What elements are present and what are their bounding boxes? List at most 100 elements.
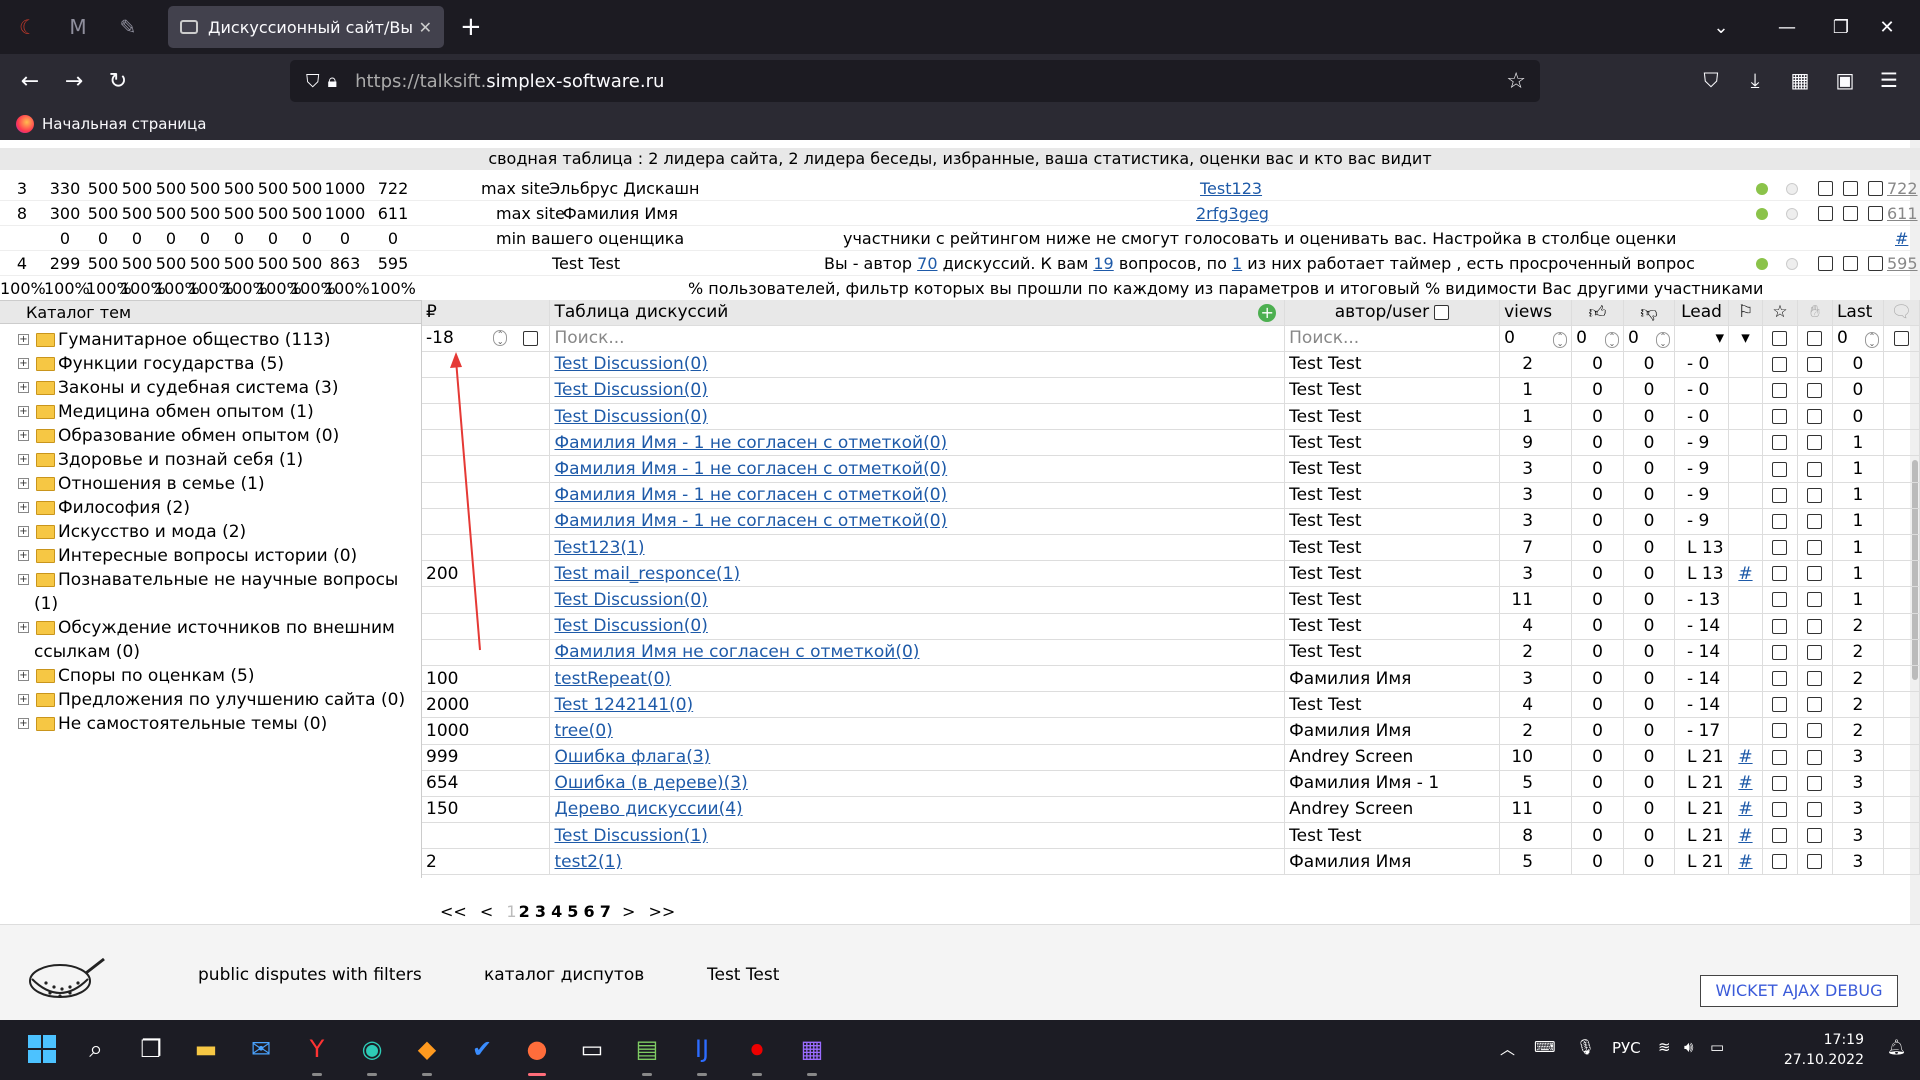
pager-prev[interactable]: < <box>480 902 493 921</box>
new-tab-icon[interactable]: + <box>460 12 482 42</box>
flag-header-icon[interactable]: ⚐ <box>1728 300 1763 326</box>
search-icon[interactable]: ⌕ <box>77 1030 115 1068</box>
volume-icon[interactable]: 🔊︎ <box>1684 1038 1693 1056</box>
author-header[interactable]: автор/user <box>1284 300 1501 326</box>
discussion-title-link[interactable]: test2(1) <box>554 852 622 872</box>
ignore-checkbox[interactable] <box>1807 487 1823 503</box>
flag-link[interactable]: # <box>1738 799 1752 819</box>
ignore-checkbox[interactable] <box>1807 828 1823 844</box>
summary-end-link[interactable]: 595 <box>1887 251 1918 276</box>
intellij-icon[interactable]: IJ <box>683 1030 721 1076</box>
star-header-icon[interactable]: ☆ <box>1762 300 1798 326</box>
summary-end-link[interactable]: 611 <box>1887 201 1918 226</box>
clipboard-extension-icon[interactable]: ▣ <box>1830 68 1860 94</box>
down-spinner-icon[interactable]: ⌃ ⌄ <box>1656 332 1670 349</box>
catalog-item[interactable]: + Образование обмен опытом (0) <box>0 424 421 448</box>
catalog-item[interactable]: + Искусство и мода (2) <box>0 520 421 544</box>
microphone-icon[interactable]: 🎙︎ <box>1576 1038 1595 1056</box>
pager-next[interactable]: > <box>622 902 635 921</box>
catalog-item[interactable]: + Здоровье и познай себя (1) <box>0 448 421 472</box>
active-tab[interactable]: Дискуссионный сайт/Выбор т ✕ <box>168 6 444 48</box>
expand-icon[interactable]: + <box>18 574 29 585</box>
thumbs-up-header-icon[interactable]: 👍︎ <box>1571 300 1625 326</box>
expand-icon[interactable]: + <box>18 526 29 537</box>
pager-last[interactable]: >> <box>649 902 676 921</box>
close-window-icon[interactable]: ✕ <box>1854 0 1920 54</box>
expand-icon[interactable]: + <box>18 550 29 561</box>
price-header[interactable]: ₽ <box>422 300 551 326</box>
favorite-checkbox[interactable] <box>1772 435 1788 451</box>
catalog-item[interactable]: + Отношения в семье (1) <box>0 472 421 496</box>
discussion-title-link[interactable]: Test Discussion(0) <box>554 616 707 636</box>
up-filter-input[interactable]: 0 <box>1576 328 1587 348</box>
favorite-checkbox[interactable] <box>1772 644 1788 660</box>
ignore-checkbox[interactable] <box>1807 775 1823 791</box>
discussion-title-link[interactable]: Test Discussion(0) <box>554 354 707 374</box>
discussion-title-link[interactable]: tree(0) <box>554 721 612 741</box>
shield-icon[interactable]: ⛉ <box>306 71 320 92</box>
favorite-checkbox[interactable] <box>1772 671 1788 687</box>
title-search-input[interactable]: Поиск... <box>549 325 1286 352</box>
battery-icon[interactable]: ▭ <box>1710 1038 1724 1056</box>
ignore-checkbox[interactable] <box>1807 566 1823 582</box>
timer-count-link[interactable]: 1 <box>1232 254 1242 273</box>
ignore-checkbox[interactable] <box>1807 723 1823 739</box>
pager-first[interactable]: << <box>440 902 467 921</box>
ignore-filter-checkbox[interactable] <box>1807 330 1823 346</box>
discussion-title-link[interactable]: Test Discussion(1) <box>554 826 707 846</box>
author-header-checkbox[interactable] <box>1434 304 1450 320</box>
ignore-checkbox[interactable] <box>1807 671 1823 687</box>
flag-link[interactable]: # <box>1738 747 1752 767</box>
comment-header-icon[interactable]: 🗨︎ <box>1883 300 1920 326</box>
favorite-checkbox[interactable] <box>1772 697 1788 713</box>
favorite-checkbox[interactable] <box>1772 461 1788 477</box>
ignore-checkbox[interactable] <box>1807 540 1823 556</box>
clock[interactable]: 17:19 27.10.2022 <box>1784 1030 1864 1070</box>
ignore-checkbox[interactable] <box>1807 356 1823 372</box>
summary-checkbox[interactable] <box>1843 181 1858 196</box>
expand-icon[interactable]: + <box>18 694 29 705</box>
forward-icon[interactable]: → <box>52 59 96 103</box>
summary-checkbox[interactable] <box>1843 206 1858 221</box>
record-icon[interactable]: ⏺ <box>738 1030 776 1076</box>
views-header[interactable]: views <box>1499 300 1573 326</box>
footer-link-public[interactable]: public disputes with filters <box>198 965 422 985</box>
discussion-title-link[interactable]: Фамилия Имя - 1 не согласен с отметкой(0… <box>554 459 947 479</box>
expand-icon[interactable]: + <box>18 430 29 441</box>
discussion-title-link[interactable]: Test Discussion(0) <box>554 407 707 427</box>
flag-link[interactable]: # <box>1738 773 1752 793</box>
favorite-checkbox[interactable] <box>1772 409 1788 425</box>
app-icon-monitor[interactable]: ▤ <box>628 1030 666 1076</box>
start-windows-icon[interactable] <box>23 1030 61 1068</box>
catalog-item[interactable]: ссылкам (0) <box>0 640 421 664</box>
discussion-title-link[interactable]: Фамилия Имя не согласен с отметкой(0) <box>554 642 919 662</box>
discussion-title-link[interactable]: Test123(1) <box>554 538 644 558</box>
language-indicator[interactable]: РУС <box>1612 1039 1641 1057</box>
catalog-item[interactable]: + Познавательные не научные вопросы <box>0 568 421 592</box>
comment-filter-checkbox[interactable] <box>1893 330 1909 346</box>
summary-link[interactable]: 2rfg3geg <box>1196 201 1269 226</box>
menu-icon[interactable]: ☰ <box>1874 68 1904 94</box>
expand-icon[interactable]: + <box>18 358 29 369</box>
ignore-checkbox[interactable] <box>1807 801 1823 817</box>
summary-checkbox[interactable] <box>1818 206 1833 221</box>
discussion-title-link[interactable]: Test Discussion(0) <box>554 590 707 610</box>
catalog-item[interactable]: + Медицина обмен опытом (1) <box>0 400 421 424</box>
author-search-input[interactable]: Поиск... <box>1284 325 1501 352</box>
todo-icon[interactable]: ✔ <box>463 1030 501 1068</box>
edge-icon[interactable]: ◉ <box>353 1030 391 1076</box>
discussion-title-link[interactable]: Test 1242141(0) <box>554 695 693 715</box>
wicket-debug-button[interactable]: WICKET AJAX DEBUG <box>1700 975 1898 1007</box>
file-explorer-icon[interactable]: ▬ <box>187 1030 225 1068</box>
ignore-checkbox[interactable] <box>1807 854 1823 870</box>
expand-icon[interactable]: + <box>18 670 29 681</box>
catalog-item[interactable]: + Не самостоятельные темы (0) <box>0 712 421 736</box>
summary-checkbox[interactable] <box>1818 256 1833 271</box>
pager-page[interactable]: 3 <box>535 902 546 921</box>
keyboard-icon[interactable]: ⌨ <box>1534 1038 1556 1056</box>
favorite-checkbox[interactable] <box>1772 592 1788 608</box>
footer-link-catalog[interactable]: каталог диспутов <box>484 965 644 985</box>
title-header[interactable]: Таблица дискуссий + <box>549 300 1286 326</box>
ignore-checkbox[interactable] <box>1807 618 1823 634</box>
footer-user[interactable]: Test Test <box>707 965 779 985</box>
